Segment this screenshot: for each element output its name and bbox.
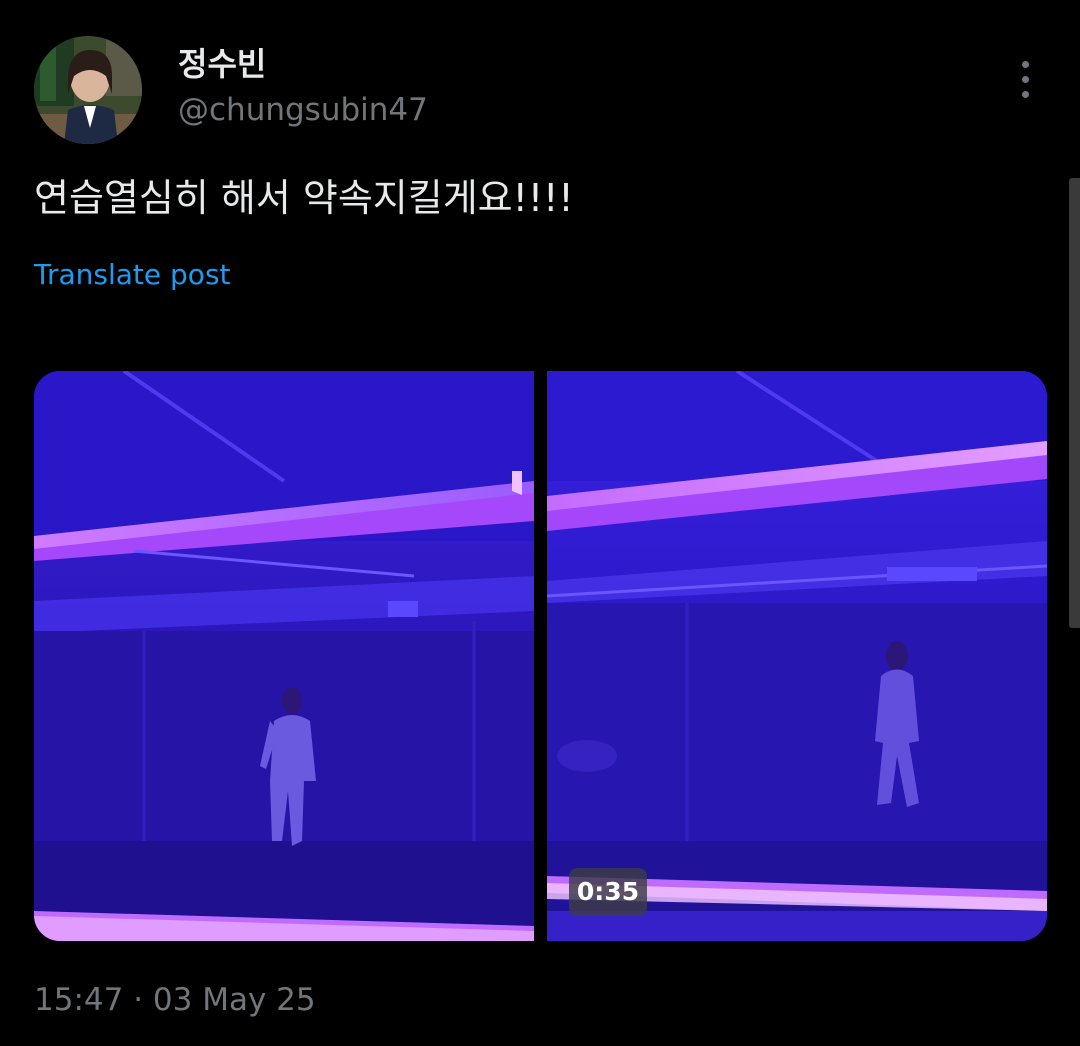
translate-post-link[interactable]: Translate post: [34, 256, 231, 294]
more-vertical-icon: [1021, 60, 1029, 68]
more-vertical-icon-dot: [1021, 75, 1029, 83]
author-handle[interactable]: @chungsubin47: [178, 90, 428, 130]
author-display-name[interactable]: 정수빈: [178, 44, 266, 84]
avatar[interactable]: [34, 36, 142, 144]
more-vertical-icon-dot: [1021, 90, 1029, 98]
video-duration-badge: 0:35: [569, 868, 647, 916]
media-photo[interactable]: [34, 371, 534, 941]
media-grid: 0:35: [34, 371, 1047, 941]
post-text: 연습열심히 해서 약속지킬게요!!!!: [34, 176, 574, 220]
media-video[interactable]: 0:35: [547, 371, 1047, 941]
post-timestamp[interactable]: 15:47 · 03 May 25: [34, 980, 316, 1020]
more-options-button[interactable]: [1004, 56, 1046, 102]
scrollbar[interactable]: [1069, 178, 1080, 628]
